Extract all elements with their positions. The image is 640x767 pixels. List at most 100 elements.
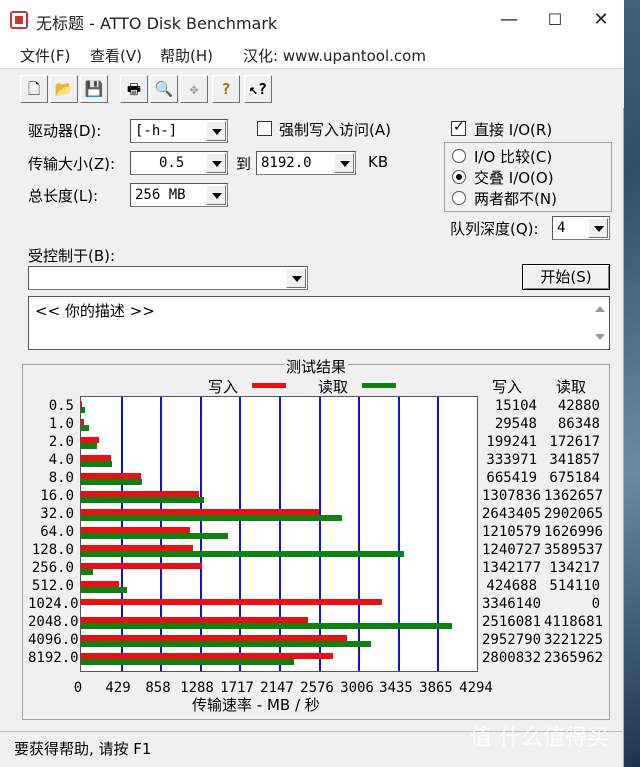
- write-value: 333971: [486, 452, 537, 468]
- write-value: 1240727: [482, 542, 542, 558]
- write-legend-swatch: [252, 383, 286, 388]
- drive-value: [-h-]: [135, 123, 178, 139]
- scroll-down-icon[interactable]: [595, 334, 605, 340]
- write-value: 665419: [486, 470, 537, 486]
- transfer-size-label: 128.0: [31, 542, 74, 558]
- transfer-size-label: 1024.0: [28, 596, 79, 612]
- write-value: 15104: [494, 398, 537, 414]
- watermark: 值 什么值得买: [470, 726, 609, 751]
- queue-depth-select[interactable]: 4: [552, 216, 610, 240]
- transfer-to-select[interactable]: 8192.0: [256, 151, 356, 175]
- unit-label: KB: [368, 153, 389, 171]
- close-button[interactable]: ✕: [578, 0, 624, 40]
- save-icon[interactable]: 💾: [80, 75, 108, 103]
- transfer-from-value: 0.5: [159, 155, 185, 171]
- read-value: 86348: [557, 416, 600, 432]
- chevron-down-icon: [588, 218, 608, 238]
- controlled-by-select[interactable]: [28, 266, 308, 290]
- grid-line: [398, 397, 400, 671]
- minimize-button[interactable]: —: [486, 0, 532, 40]
- read-value: 675184: [549, 470, 600, 486]
- read-bar: [81, 533, 228, 539]
- start-button[interactable]: 开始(S): [522, 264, 610, 290]
- write-column-header: 写入: [492, 378, 523, 396]
- menu-view[interactable]: 查看(V): [90, 45, 142, 66]
- read-legend-label: 读取: [318, 378, 349, 396]
- read-column-header: 读取: [556, 378, 587, 396]
- total-length-label: 总长度(L):: [28, 187, 99, 205]
- transfer-size-label: 256.0: [31, 560, 74, 576]
- read-value: 3221225: [544, 632, 604, 648]
- total-length-select[interactable]: 256 MB: [130, 183, 228, 207]
- grid-line: [437, 397, 439, 671]
- write-value: 199241: [486, 434, 537, 450]
- x-axis-label: 传输速率 - MB / 秒: [192, 696, 320, 714]
- io-compare-radio[interactable]: [452, 149, 466, 163]
- write-bar: [81, 563, 202, 569]
- menu-bar: 文件(F) 查看(V) 帮助(H) 汉化: www.upantool.com: [0, 40, 624, 68]
- overlap-io-radio[interactable]: [452, 170, 466, 184]
- write-value: 1342177: [482, 560, 542, 576]
- description-textarea[interactable]: << 你的描述 >>: [28, 296, 610, 350]
- transfer-from-select[interactable]: 0.5: [130, 151, 228, 175]
- chevron-down-icon: [206, 185, 226, 205]
- write-bar: [81, 599, 382, 605]
- results-title: 测试结果: [284, 356, 349, 377]
- transfer-to-value: 8192.0: [261, 155, 312, 171]
- read-bar: [81, 407, 85, 413]
- transfer-size-label: 32.0: [40, 506, 74, 522]
- direct-io-checkbox[interactable]: [451, 119, 466, 136]
- transfer-size-label: 2.0: [48, 434, 74, 450]
- read-bar: [81, 587, 127, 593]
- direct-io-label: 直接 I/O(R): [474, 121, 553, 139]
- write-value: 2952790: [482, 632, 542, 648]
- menu-localization-link[interactable]: 汉化: www.upantool.com: [243, 45, 426, 66]
- queue-depth-label: 队列深度(Q):: [450, 220, 539, 238]
- print-preview-icon[interactable]: 🔍: [150, 75, 178, 103]
- chevron-down-icon: [206, 121, 226, 141]
- read-value: 134217: [549, 560, 600, 576]
- transfer-size-label: 1.0: [48, 416, 74, 432]
- title-bar: 无标题 - ATTO Disk Benchmark — ☐ ✕: [0, 0, 624, 40]
- write-value: 29548: [494, 416, 537, 432]
- scroll-up-icon[interactable]: [595, 306, 605, 312]
- total-length-value: 256 MB: [135, 187, 186, 203]
- move-icon[interactable]: ✥: [180, 75, 208, 103]
- write-value: 3346140: [482, 596, 542, 612]
- chevron-down-icon: [286, 268, 306, 288]
- drive-label: 驱动器(D):: [28, 122, 102, 140]
- io-compare-label: I/O 比较(C): [474, 148, 553, 166]
- drive-select[interactable]: [-h-]: [130, 119, 228, 143]
- read-bar: [81, 659, 294, 665]
- transfer-size-label: 8192.0: [28, 650, 79, 666]
- write-value: 2516081: [482, 614, 542, 630]
- menu-file[interactable]: 文件(F): [20, 45, 70, 66]
- help-icon[interactable]: ?: [212, 75, 240, 103]
- read-value: 2902065: [544, 506, 604, 522]
- menu-help[interactable]: 帮助(H): [160, 45, 213, 66]
- write-value: 424688: [486, 578, 537, 594]
- queue-depth-value: 4: [557, 220, 566, 236]
- neither-radio[interactable]: [452, 191, 466, 205]
- read-bar: [81, 443, 97, 449]
- print-icon[interactable]: 🖶: [120, 75, 148, 103]
- app-window: 无标题 - ATTO Disk Benchmark — ☐ ✕ 文件(F) 查看…: [0, 0, 624, 767]
- description-text: << 你的描述 >>: [35, 302, 155, 320]
- open-folder-icon[interactable]: 📂: [50, 75, 78, 103]
- read-bar: [81, 569, 93, 575]
- transfer-size-label: 0.5: [48, 398, 74, 414]
- read-bar: [81, 551, 404, 557]
- context-help-icon[interactable]: ↖?: [244, 75, 272, 103]
- write-value: 1307836: [482, 488, 542, 504]
- window-title: 无标题 - ATTO Disk Benchmark: [36, 14, 278, 33]
- atto-app-icon: [10, 11, 28, 29]
- read-value: 1626996: [544, 524, 604, 540]
- read-value: 42880: [557, 398, 600, 414]
- write-legend-label: 写入: [208, 378, 239, 396]
- neither-label: 两者都不(N): [474, 190, 557, 208]
- maximize-button[interactable]: ☐: [532, 0, 578, 40]
- new-file-icon[interactable]: 🗋: [20, 75, 48, 103]
- grid-line: [358, 397, 360, 671]
- write-value: 2800832: [482, 650, 542, 666]
- force-write-checkbox[interactable]: [257, 121, 272, 136]
